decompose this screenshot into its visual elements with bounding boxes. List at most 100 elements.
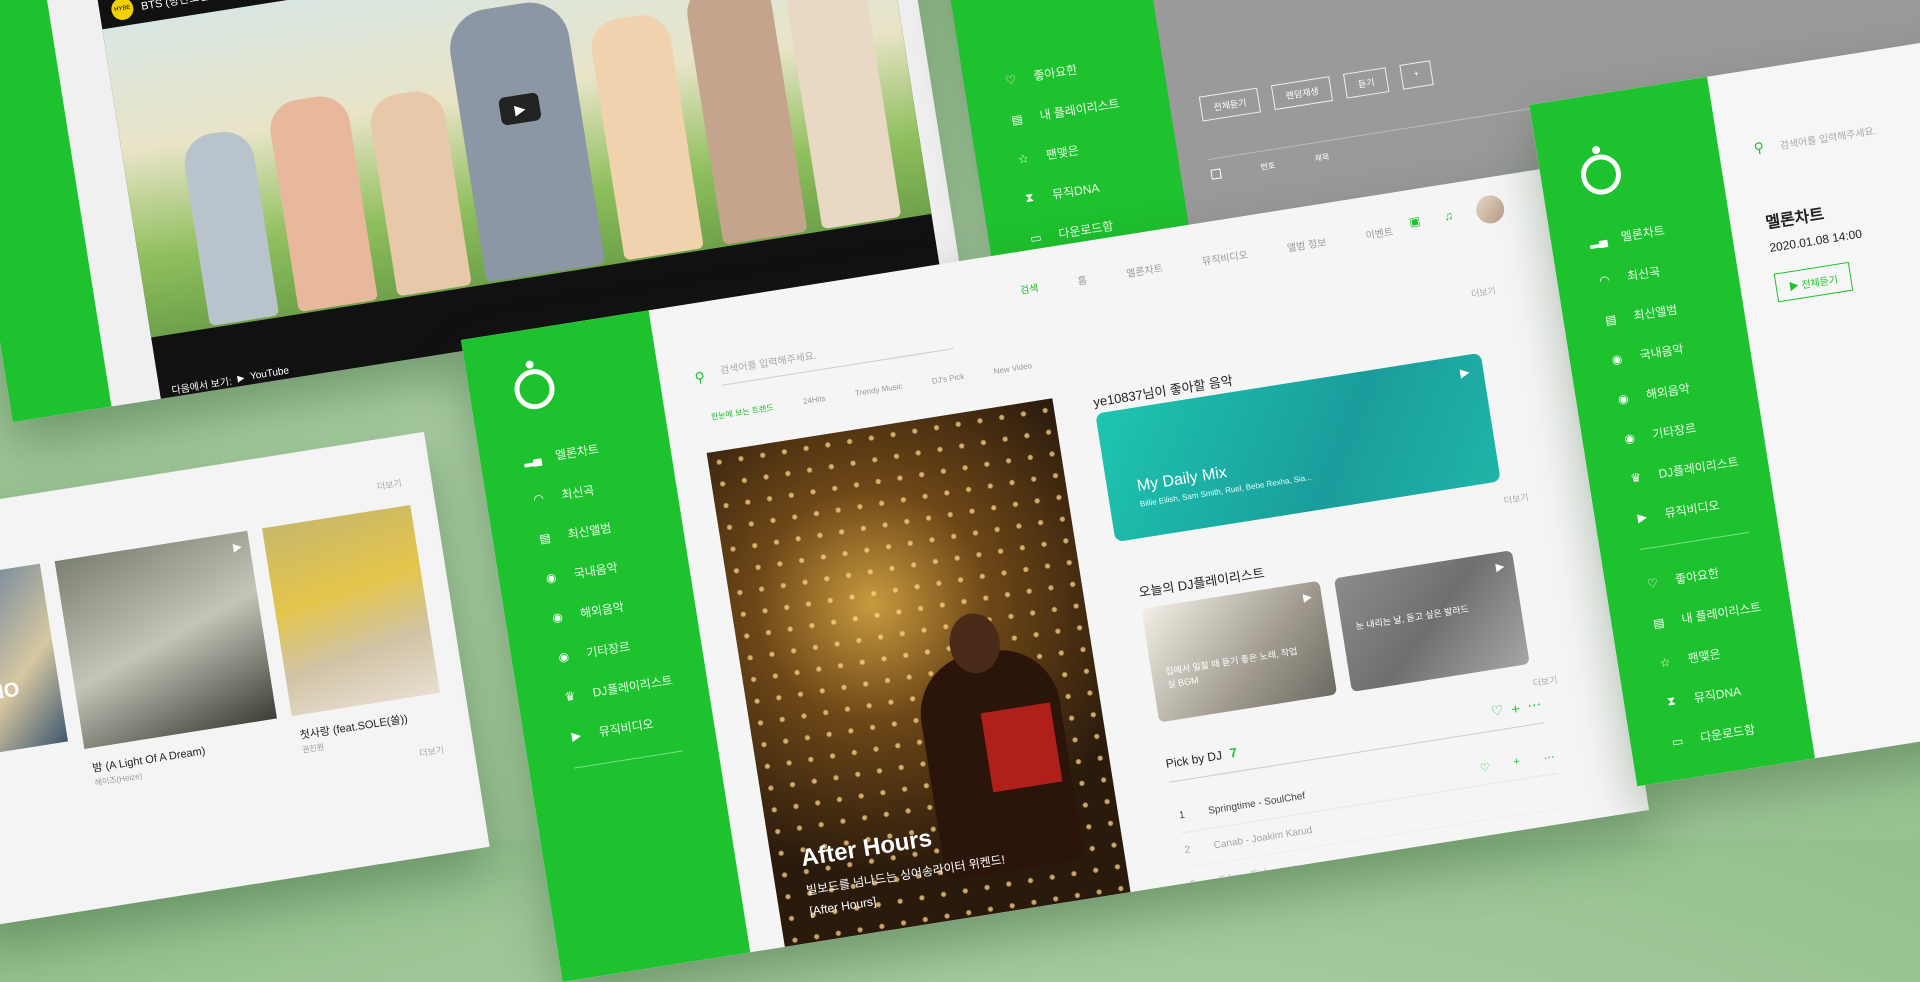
subtab-trendy[interactable]: Trendy Music (854, 382, 903, 400)
album-play-icon[interactable]: ▶ (232, 540, 242, 554)
tab-music-video[interactable]: 뮤직비디오 (1201, 246, 1249, 268)
person-figure (682, 0, 808, 245)
sidebar-item-fan[interactable]: ☆ 팬맺은 (1657, 633, 1798, 672)
sidebar-item-download[interactable]: ▭ 다운로드함 (1669, 712, 1810, 751)
col-title: 제목 (1313, 152, 1330, 164)
avatar[interactable] (1474, 193, 1507, 226)
youtube-icon: ▶ (570, 727, 582, 744)
album-cover-2[interactable] (262, 504, 440, 717)
sidebar-item-other-genre[interactable]: ◉ 기타장르 (1621, 409, 1762, 448)
person-figure (180, 127, 280, 327)
more-icon[interactable]: ⋯ (1526, 696, 1542, 715)
play-icon[interactable]: ▶ (1495, 560, 1505, 574)
album-icon: ▤ (1604, 311, 1618, 328)
person-figure (266, 92, 378, 313)
tab-album-info[interactable]: 앨범 정보 (1286, 234, 1327, 255)
sidebar-item-foreign[interactable]: ◉ 해외음악 (1615, 369, 1756, 408)
sidebar-item-foreign[interactable]: ◉ 해외음악 (549, 587, 695, 626)
more-link-3[interactable]: 더보기 (1532, 673, 1559, 690)
sidebar-item-my-playlist[interactable]: ▤ 내 플레이리스트 (1009, 87, 1170, 129)
sidebar-item-dj-playlist[interactable]: ♛ DJ플레이리스트 (562, 666, 708, 705)
sidebar-divider (1640, 531, 1749, 551)
watch-on-bar[interactable]: 다음에서 보기: ▶ YouTube (170, 363, 290, 396)
sidebar-item-my-playlist[interactable]: ▤ 내 플레이리스트 (1651, 593, 1792, 632)
tab-home[interactable]: 홈 (1076, 271, 1088, 287)
select-checkbox[interactable] (1210, 168, 1222, 180)
sidebar-item-music-dna[interactable]: ⧗ 뮤직DNA (1663, 672, 1804, 711)
album-1-title[interactable]: 밤 (A Light Of A Dream) (91, 742, 207, 776)
folder-icon: ▭ (1670, 733, 1685, 749)
album-2-title[interactable]: 첫사랑 (feat.SOLE(쏠)) (299, 710, 409, 743)
listen-button[interactable]: 듣기 (1343, 67, 1390, 99)
search-icon: ⚲ (693, 367, 707, 386)
more-link-2[interactable]: 더보기 (418, 743, 445, 760)
sidebar-item-fan[interactable]: ☆ 팬맺은 (1015, 126, 1176, 168)
more-icon[interactable]: ⋯ (1543, 750, 1556, 765)
dj-card-2[interactable]: ▶ 눈 내리는 날, 듣고 싶은 발라드 (1333, 550, 1530, 692)
playlist-panel-sidebar: ♡ 좋아요한 ▤ 내 플레이리스트 ☆ 팬맺은 ⧗ 뮤직DNA ▭ 다운로드함 (939, 0, 1191, 267)
add-button[interactable]: + (1399, 60, 1434, 90)
sidebar-item-music-video[interactable]: ▶ 뮤직비디오 (1634, 488, 1775, 527)
album-cover-1[interactable]: ▶ (54, 530, 277, 749)
chart-icon: ▂▄ (522, 450, 543, 468)
col-num: 번호 (1259, 160, 1276, 172)
header-icons: ▣ ♫ (1407, 193, 1507, 236)
sidebar-item-other-genre[interactable]: ◉ 기타장르 (555, 626, 701, 665)
sign-text: NO (0, 678, 21, 705)
subtab-djs-pick[interactable]: DJ's Pick (931, 372, 965, 388)
heart-icon[interactable]: ♡ (1479, 760, 1491, 774)
hourglass-icon: ⧗ (1665, 693, 1677, 709)
melon-logo[interactable] (1578, 151, 1624, 198)
play-all-button[interactable]: 전체듣기 (1198, 87, 1262, 122)
search-icon: ⚲ (1752, 138, 1766, 157)
sidebar-item-chart[interactable]: ▂▄ 멜론차트 (1588, 211, 1731, 250)
subtab-new-video[interactable]: New Video (993, 361, 1033, 378)
sidebar-item-liked[interactable]: ♡ 좋아요한 (1644, 554, 1785, 593)
disc-icon: ◉ (544, 569, 558, 586)
sidebar-item-latest-song[interactable]: ◠ 최신곡 (1596, 251, 1737, 290)
headphones-icon: ◠ (1598, 272, 1611, 288)
pick-count: 7 (1228, 744, 1239, 761)
sidebar-item-music-dna[interactable]: ⧗ 뮤직DNA (1021, 166, 1182, 208)
hero-card[interactable]: After Hours 빌보드를 넘나드는 싱어송라이터 위켄드! [After… (706, 398, 1131, 947)
plus-icon[interactable]: + (1513, 756, 1521, 769)
video-panel-sidebar (0, 0, 112, 423)
dj-card-1[interactable]: ▶ 집에서 일할 때 듣기 좋은 노래, 작업실 BGM (1141, 580, 1338, 723)
plus-icon[interactable]: + (1510, 700, 1521, 717)
sidebar-item-domestic[interactable]: ◉ 국내음악 (1609, 330, 1750, 369)
sidebar-item-domestic[interactable]: ◉ 국내음악 (543, 547, 689, 586)
melon-logo[interactable] (511, 366, 558, 413)
more-link[interactable]: 더보기 (1470, 284, 1497, 301)
shuffle-button[interactable]: 랜덤재생 (1271, 76, 1334, 111)
sidebar-item-liked[interactable]: ♡ 좋아요한 (1003, 47, 1164, 89)
more-link[interactable]: 더보기 (376, 476, 403, 493)
sidebar-item-dj-playlist[interactable]: ♛ DJ플레이리스트 (1628, 448, 1769, 487)
album-2-artist: 권진원 (301, 742, 325, 755)
album-cover-left[interactable]: NO (0, 563, 68, 756)
play-all-button[interactable]: ▶ 전체듣기 (1773, 261, 1853, 303)
tab-melon-chart[interactable]: 멜론차트 (1125, 259, 1164, 280)
sidebar-item-latest-album[interactable]: ▤ 최신앨범 (537, 508, 683, 547)
person-figure (444, 0, 606, 283)
tab-event[interactable]: 이벤트 (1364, 223, 1394, 242)
sidebar-item-latest-album[interactable]: ▤ 최신앨범 (1603, 290, 1744, 329)
play-icon[interactable]: ▶ (1302, 590, 1312, 604)
sidebar-item-music-video[interactable]: ▶ 뮤직비디오 (568, 705, 714, 744)
search-input[interactable]: 검색어를 입력해주세요. (718, 325, 954, 386)
sidebar-item-latest-song[interactable]: ◠ 최신곡 (530, 468, 676, 507)
sidebar-item-chart[interactable]: ▂▄ 멜론차트 (522, 429, 670, 468)
more-link-2[interactable]: 더보기 (1503, 490, 1530, 507)
bell-icon[interactable]: ♫ (1443, 208, 1454, 223)
chart-search-bar[interactable]: ⚲ 검색어를 입력해주세요. (1753, 121, 1878, 157)
file-icon: ▤ (1010, 111, 1024, 127)
star-icon: ☆ (1658, 654, 1672, 670)
gift-icon[interactable]: ▣ (1408, 214, 1421, 230)
subtab-trend[interactable]: 한눈에 보는 트렌드 (710, 402, 774, 423)
tab-search[interactable]: 검색 (1019, 279, 1039, 297)
subtab-24hits[interactable]: 24Hits (802, 394, 826, 408)
youtube-icon: ▶ (1636, 509, 1648, 525)
heart-icon[interactable]: ♡ (1490, 702, 1505, 721)
play-icon[interactable]: ▶ (1459, 365, 1470, 380)
search-input[interactable]: 검색어를 입력해주세요. (1779, 122, 1877, 152)
hourglass-icon: ⧗ (1024, 189, 1035, 206)
